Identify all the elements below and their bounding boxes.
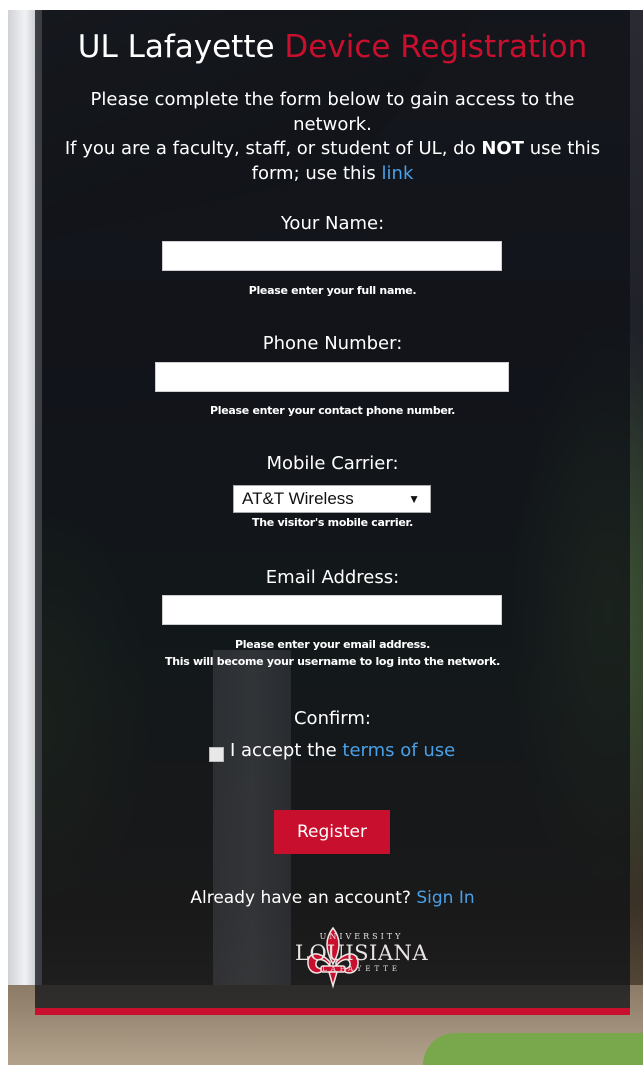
carrier-select[interactable]: AT&T Wireless ▼	[233, 485, 431, 513]
staff-link[interactable]: link	[382, 163, 414, 184]
phone-help: Please enter your contact phone number.	[209, 404, 455, 417]
accept-text: I accept the	[230, 740, 343, 761]
phone-label: Phone Number:	[262, 333, 403, 354]
intro-line-2-pre: If you are a faculty, staff, or student …	[64, 138, 482, 159]
terms-link[interactable]: terms of use	[342, 740, 455, 761]
carrier-label: Mobile Carrier:	[266, 453, 399, 474]
email-help-1: Please enter your email address.	[234, 638, 431, 651]
carrier-selected: AT&T Wireless	[242, 489, 354, 508]
logo-louisiana: LOUISIANA	[295, 941, 429, 965]
accent-bar	[35, 1008, 630, 1015]
terms-checkbox[interactable]	[209, 747, 224, 762]
name-help: Please enter your full name.	[248, 284, 417, 297]
register-button[interactable]: Register	[274, 810, 390, 854]
intro-not-emphasis: NOT	[481, 138, 524, 159]
accept-terms: I accept the terms of use	[230, 738, 455, 764]
university-logo: UNIVERSITY LOUISIANA LAFAYETTE	[233, 924, 433, 990]
phone-input[interactable]	[155, 362, 509, 392]
name-input[interactable]	[162, 241, 502, 271]
intro-line-1: Please complete the form below to gain a…	[90, 89, 575, 135]
intro-line-2: If you are a faculty, staff, or student …	[59, 137, 606, 186]
signin-link[interactable]: Sign In	[416, 888, 474, 908]
confirm-label: Confirm:	[293, 708, 371, 729]
signin-line: Already have an account? Sign In	[35, 886, 630, 910]
carrier-help: The visitor's mobile carrier.	[252, 516, 413, 529]
logo-wordmark: UNIVERSITY LOUISIANA LAFAYETTE	[295, 932, 428, 973]
page-title: UL Lafayette Device Registration	[35, 28, 630, 66]
name-label: Your Name:	[280, 213, 385, 234]
grass	[423, 1033, 643, 1065]
title-main: UL Lafayette	[77, 29, 275, 65]
email-input[interactable]	[162, 595, 502, 625]
title-accent: Device Registration	[284, 29, 588, 65]
registration-panel: UL Lafayette Device Registration Please …	[35, 10, 630, 1010]
logo-lafayette: LAFAYETTE	[322, 965, 402, 973]
email-label: Email Address:	[265, 567, 400, 588]
dropdown-arrow-icon: ▼	[408, 492, 420, 506]
logo-university: UNIVERSITY	[319, 932, 404, 941]
email-help-2: This will become your username to log in…	[164, 655, 501, 668]
intro-text: Please complete the form below to gain a…	[59, 88, 606, 186]
account-text: Already have an account?	[190, 888, 417, 908]
